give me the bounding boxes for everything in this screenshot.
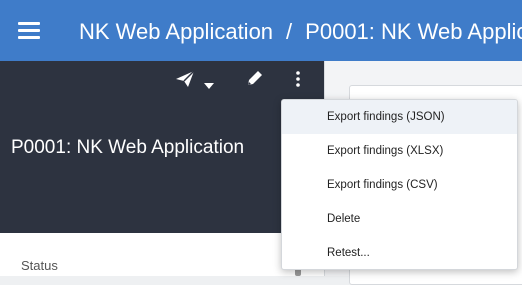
menu-item-retest[interactable]: Retest... [282,236,517,269]
status-label: Status [21,258,58,273]
more-actions-menu: Export findings (JSON) Export findings (… [281,99,518,270]
pencil-icon[interactable] [246,69,264,92]
pentest-header-panel: P0001: NK Web Application [0,61,324,233]
breadcrumb: NK Web Application / P0001: NK Web Applica… [79,18,522,46]
more-vertical-icon[interactable] [295,71,301,92]
breadcrumb-separator: / [286,19,293,44]
menu-item-export-xlsx[interactable]: Export findings (XLSX) [282,134,517,168]
menu-item-export-json[interactable]: Export findings (JSON) [282,100,517,134]
menu-item-delete[interactable]: Delete [282,202,517,236]
details-section: Status [0,233,324,276]
menu-item-export-csv[interactable]: Export findings (CSV) [282,168,517,202]
send-icon[interactable] [175,70,195,93]
chevron-down-icon[interactable] [204,76,214,94]
breadcrumb-current: P0001: NK Web Application [305,19,522,44]
top-navbar: NK Web Application / P0001: NK Web Applica… [0,0,522,61]
hamburger-menu-icon[interactable] [18,22,40,40]
breadcrumb-root[interactable]: NK Web Application [79,19,273,44]
page-title: P0001: NK Web Application [11,137,245,158]
